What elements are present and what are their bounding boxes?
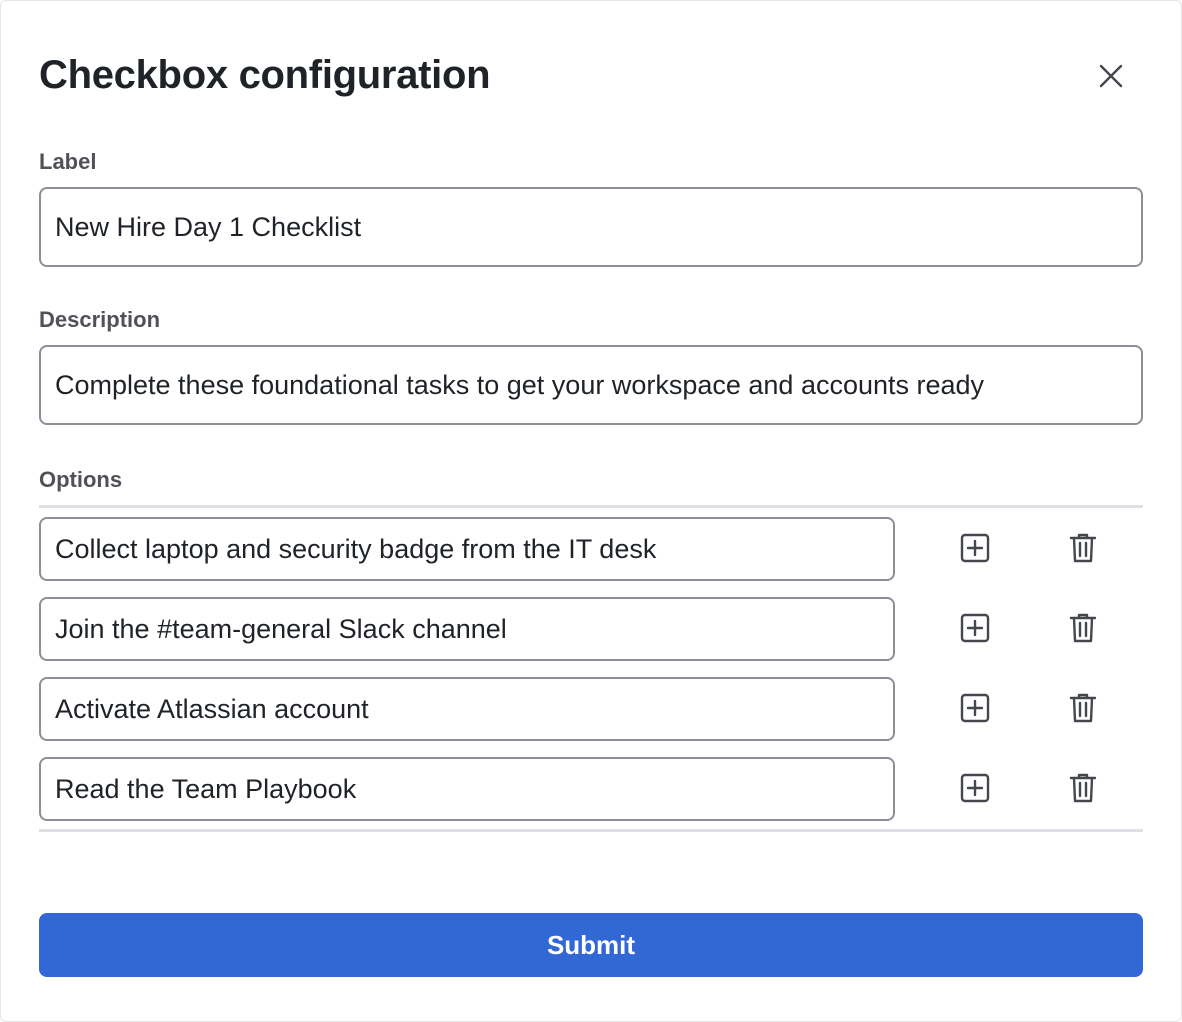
options-bottom-divider <box>39 829 1143 832</box>
add-option-button[interactable] <box>957 691 993 727</box>
options-top-divider <box>39 505 1143 508</box>
description-field-label: Description <box>39 307 161 332</box>
option-input[interactable] <box>39 597 895 661</box>
option-row <box>39 517 1143 581</box>
plus-square-icon <box>960 533 990 566</box>
dialog-title: Checkbox configuration <box>39 53 491 97</box>
label-field-label: Label <box>39 149 97 174</box>
option-row <box>39 677 1143 741</box>
delete-option-button[interactable] <box>1065 771 1101 807</box>
option-row <box>39 757 1143 821</box>
add-option-button[interactable] <box>957 611 993 647</box>
delete-option-button[interactable] <box>1065 611 1101 647</box>
option-input[interactable] <box>39 677 895 741</box>
add-option-button[interactable] <box>957 771 993 807</box>
delete-option-button[interactable] <box>1065 531 1101 567</box>
checkbox-config-dialog: Checkbox configuration Label Description… <box>0 0 1182 1022</box>
submit-button[interactable]: Submit <box>39 913 1143 977</box>
trash-icon <box>1069 692 1097 727</box>
plus-square-icon <box>960 773 990 806</box>
option-input[interactable] <box>39 517 895 581</box>
option-input[interactable] <box>39 757 895 821</box>
trash-icon <box>1069 772 1097 807</box>
plus-square-icon <box>960 613 990 646</box>
options-field-label: Options <box>39 467 123 492</box>
description-input[interactable] <box>39 345 1143 425</box>
add-option-button[interactable] <box>957 531 993 567</box>
plus-square-icon <box>960 693 990 726</box>
label-input[interactable] <box>39 187 1143 267</box>
option-row <box>39 597 1143 661</box>
close-button[interactable] <box>1093 59 1129 95</box>
close-icon <box>1098 63 1124 92</box>
trash-icon <box>1069 612 1097 647</box>
delete-option-button[interactable] <box>1065 691 1101 727</box>
trash-icon <box>1069 532 1097 567</box>
